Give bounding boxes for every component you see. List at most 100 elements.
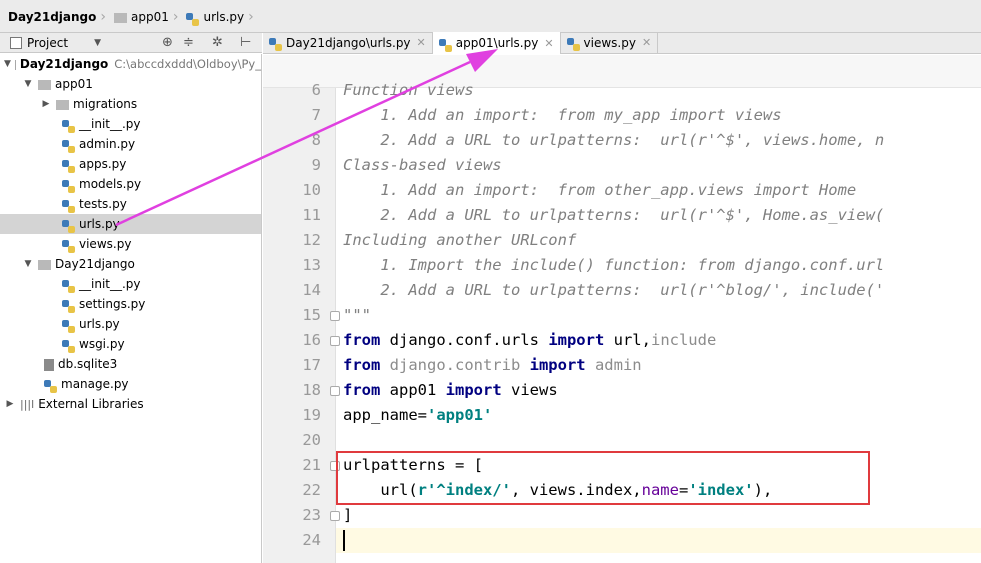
code-line: Class-based views	[343, 156, 502, 174]
breadcrumb-item-project[interactable]: Day21django ›	[4, 7, 110, 27]
python-file-icon	[62, 279, 75, 293]
project-panel-header: Project ▼ ⊕ ≑ ✲ ⊢	[0, 33, 262, 53]
fold-marker-icon[interactable]	[330, 511, 340, 521]
python-file-icon	[62, 139, 75, 153]
code-line: """	[343, 306, 371, 324]
tree-item-app01[interactable]: ▼ app01	[0, 74, 261, 94]
python-file-icon	[62, 239, 75, 253]
python-file-icon	[62, 219, 75, 233]
python-file-icon	[62, 199, 75, 213]
python-file-icon	[62, 119, 75, 133]
library-icon: |||l	[20, 397, 35, 411]
line-number: 24	[302, 531, 321, 549]
tree-item-file[interactable]: __init__.py	[0, 114, 261, 134]
python-file-icon	[566, 38, 580, 51]
close-icon[interactable]: ✕	[642, 36, 651, 49]
tree-item-file[interactable]: db.sqlite3	[0, 354, 261, 374]
code-line: ]	[343, 506, 353, 524]
highlight-box	[336, 451, 870, 505]
current-line-highlight	[336, 528, 981, 553]
line-number: 15	[302, 306, 321, 324]
folder-icon	[56, 100, 69, 110]
editor-tab-bar: Day21django\urls.py ✕ app01\urls.py ✕ view…	[263, 32, 981, 54]
collapse-all-icon[interactable]: ≑	[183, 35, 194, 50]
python-file-icon	[62, 299, 75, 313]
project-folder-icon	[14, 60, 16, 70]
line-number: 10	[302, 181, 321, 199]
code-line: 2. Add a URL to urlpatterns: url(r'^$', …	[343, 131, 885, 149]
tree-item-file[interactable]: manage.py	[0, 374, 261, 394]
tree-item-root[interactable]: ▼ Day21django C:\abccdxddd\Oldboy\Py_	[0, 54, 261, 74]
tab-app01-urls[interactable]: app01\urls.py ✕	[432, 32, 561, 54]
tree-item-file[interactable]: admin.py	[0, 134, 261, 154]
line-number: 23	[302, 506, 321, 524]
code-line: app_name='app01'	[343, 406, 493, 424]
tree-item-file[interactable]: tests.py	[0, 194, 261, 214]
python-file-icon	[269, 38, 282, 51]
code-line: 1. Add an import: from other_app.views i…	[343, 181, 857, 199]
line-number: 11	[302, 206, 321, 224]
tab-day21django-urls[interactable]: Day21django\urls.py ✕	[263, 32, 433, 53]
close-icon[interactable]: ✕	[417, 36, 426, 49]
python-file-icon	[186, 12, 200, 26]
breadcrumb-item-file[interactable]: urls.py ›	[182, 7, 257, 27]
line-number: 21	[302, 456, 321, 474]
database-icon	[44, 359, 54, 371]
code-line: from django.contrib import admin	[343, 356, 642, 374]
tree-item-migrations[interactable]: ▶ migrations	[0, 94, 261, 114]
line-number: 19	[302, 406, 321, 424]
expand-arrow-icon[interactable]: ▼	[22, 79, 34, 89]
chevron-right-icon: ›	[100, 9, 106, 25]
tree-item-file[interactable]: views.py	[0, 234, 261, 254]
python-file-icon	[44, 379, 57, 393]
tree-item-file[interactable]: __init__.py	[0, 274, 261, 294]
line-number: 22	[302, 481, 321, 499]
fold-marker-icon[interactable]	[330, 386, 340, 396]
tree-item-file[interactable]: apps.py	[0, 154, 261, 174]
expand-arrow-icon[interactable]: ▼	[4, 59, 11, 69]
code-line: Function views	[343, 81, 474, 99]
python-file-icon	[62, 319, 75, 333]
code-line: 2. Add a URL to urlpatterns: url(r'^blog…	[343, 281, 885, 299]
folder-icon	[38, 260, 51, 270]
tree-item-external-libraries[interactable]: ▶ |||l External Libraries	[0, 394, 261, 414]
line-number: 17	[302, 356, 321, 374]
hide-panel-icon[interactable]: ⊢	[240, 35, 251, 50]
gear-icon[interactable]: ✲	[212, 35, 223, 50]
tab-views[interactable]: views.py ✕	[561, 32, 659, 53]
tree-item-file-selected[interactable]: urls.py	[0, 214, 261, 234]
folder-icon	[114, 13, 127, 23]
folder-icon	[38, 80, 51, 90]
tree-item-day21django[interactable]: ▼ Day21django	[0, 254, 261, 274]
collapsed-arrow-icon[interactable]: ▶	[40, 99, 52, 109]
tree-item-file[interactable]: models.py	[0, 174, 261, 194]
line-number: 13	[302, 256, 321, 274]
python-file-icon	[62, 159, 75, 173]
tree-item-file[interactable]: urls.py	[0, 314, 261, 334]
fold-marker-icon[interactable]	[330, 336, 340, 346]
dropdown-icon[interactable]: ▼	[94, 38, 101, 48]
tree-item-file[interactable]: settings.py	[0, 294, 261, 314]
line-number: 12	[302, 231, 321, 249]
code-line: Including another URLconf	[343, 231, 577, 249]
fold-marker-icon[interactable]	[330, 311, 340, 321]
chevron-right-icon: ›	[248, 9, 254, 25]
line-number: 18	[302, 381, 321, 399]
breadcrumb: Day21django › app01 › urls.py ›	[0, 0, 981, 33]
line-number: 7	[311, 106, 321, 124]
project-icon	[10, 36, 22, 49]
code-line: from app01 import views	[343, 381, 558, 399]
code-line: from django.conf.urls import url,include	[343, 331, 717, 349]
breadcrumb-item-app01[interactable]: app01 ›	[110, 7, 182, 27]
code-line: 1. Add an import: from my_app import vie…	[343, 106, 782, 124]
target-icon[interactable]: ⊕	[162, 35, 173, 50]
text-caret	[343, 530, 345, 551]
line-number: 20	[302, 431, 321, 449]
project-view-selector[interactable]: Project	[27, 36, 68, 50]
collapsed-arrow-icon[interactable]: ▶	[4, 399, 16, 409]
close-icon[interactable]: ✕	[544, 37, 553, 50]
python-file-icon	[62, 339, 75, 353]
tree-item-file[interactable]: wsgi.py	[0, 334, 261, 354]
expand-arrow-icon[interactable]: ▼	[22, 259, 34, 269]
line-number: 6	[311, 81, 321, 99]
